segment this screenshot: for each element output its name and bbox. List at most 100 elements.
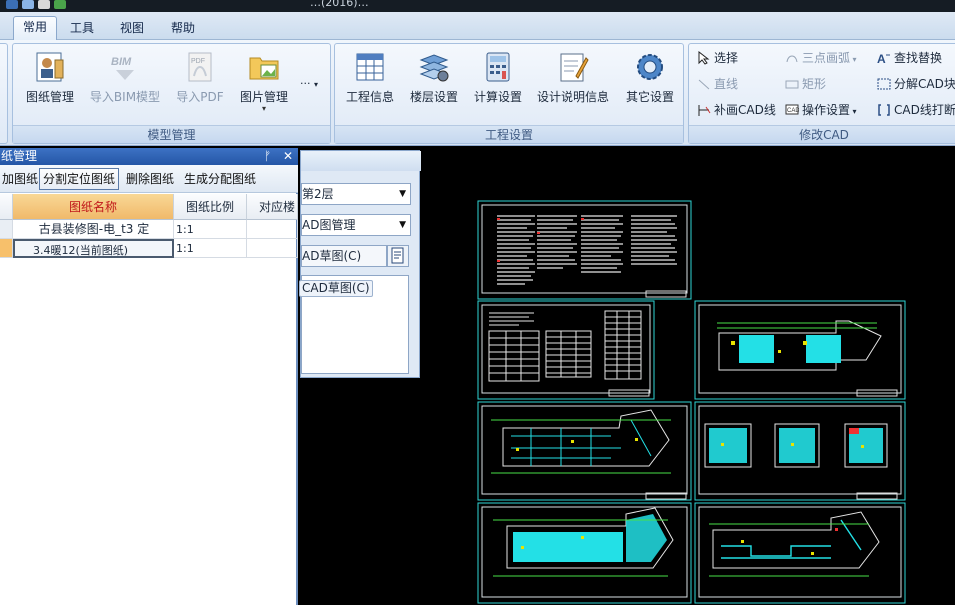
operation-settings-dropdown-icon: ▾ [850, 107, 857, 116]
cad-sketch-item[interactable]: CAD草图(C) [299, 280, 373, 297]
ribbon-group-project: 工程信息 楼层设置 计算设置 设计说明信息 其它设置 工程设置 [334, 43, 684, 144]
break-line-icon [877, 103, 891, 117]
ribbon-tabs: 常用 工具 视图 帮助 [0, 12, 955, 41]
rectangle-label: 矩形 [802, 77, 827, 91]
split-locate-drawing-button[interactable]: 分割定位图纸 [39, 168, 120, 190]
column-header-name[interactable]: 图纸名称 [13, 194, 174, 220]
cad-sketch-field-value: AD草图(C) [302, 249, 362, 263]
tab-common[interactable]: 常用 [13, 16, 58, 41]
cad-sketch-list[interactable]: CAD草图(C) [299, 275, 409, 374]
add-drawing-button[interactable]: 加图纸 [0, 168, 42, 190]
other-settings-label: 其它设置 [625, 90, 674, 104]
break-cad-line-button[interactable]: CAD线打断 [877, 100, 955, 120]
cad-manager-select-value: AD图管理 [302, 218, 356, 232]
cursor-icon [697, 50, 711, 65]
row-header-selected[interactable] [0, 239, 13, 258]
design-notes-button[interactable]: 设计说明信息 [533, 50, 613, 120]
floor-settings-label: 楼层设置 [409, 90, 458, 104]
floor-select-arrow-icon: ▼ [399, 189, 406, 199]
image-manager-dropdown-icon: ▾ [261, 104, 266, 113]
ribbon-group-model: 图纸管理 BIM 导入BIM模型 PDF 导入PDF 图片管理 ▾ ··· ▾ … [12, 43, 331, 144]
app-icon[interactable] [6, 0, 18, 9]
image-manager-button[interactable]: 图片管理 ▾ [235, 50, 293, 120]
explode-cad-block-button[interactable]: 分解CAD块 [877, 74, 955, 94]
delete-drawing-button[interactable]: 删除图纸 [122, 168, 178, 190]
operation-settings-label: 操作设置 [802, 103, 851, 117]
table-row-floor-selected[interactable] [247, 239, 298, 258]
cad-manager-select[interactable]: AD图管理 ▼ [301, 214, 411, 236]
table-row-scale[interactable]: 1:1 [174, 220, 247, 239]
calc-settings-label: 计算设置 [473, 90, 522, 104]
column-header-floor[interactable]: 对应楼 [247, 194, 298, 220]
ribbon-group-cad: 选择 直线 补画CAD线 三点画弧 ▾ 矩形 CAD 操作设置 ▾ A 查找替换 分… [688, 43, 955, 144]
three-point-arc-label: 三点画弧 [802, 51, 851, 65]
sheet-plan-b [477, 401, 692, 501]
design-notes-label: 设计说明信息 [536, 90, 609, 104]
panel-toolbar: 加图纸 分割定位图纸 删除图纸 生成分配图纸 [0, 165, 298, 193]
group-label-project: 工程设置 [335, 125, 683, 143]
svg-text:PDF: PDF [191, 58, 205, 65]
pdf-import-icon: PDF [183, 50, 217, 84]
find-replace-icon: A [877, 51, 891, 66]
design-notes-icon [556, 50, 590, 84]
table-row-name[interactable]: 古县装修图-电_t3 定 [13, 220, 174, 239]
more-button[interactable]: ··· ▾ [300, 74, 318, 94]
drawing-manager-button[interactable]: 图纸管理 [21, 50, 79, 120]
drawing-manager-icon [33, 50, 67, 84]
close-icon[interactable]: ✕ [283, 148, 293, 165]
gear-icon [633, 50, 667, 84]
tab-tools[interactable]: 工具 [61, 18, 103, 40]
project-info-label: 工程信息 [345, 90, 394, 104]
import-bim-button[interactable]: BIM 导入BIM模型 [87, 50, 163, 120]
generate-assign-drawing-button[interactable]: 生成分配图纸 [180, 168, 260, 190]
sheet-plan-c [694, 401, 906, 501]
save-icon[interactable] [22, 0, 34, 9]
rectangle-icon [785, 77, 799, 91]
operation-settings-button[interactable]: CAD 操作设置 ▾ [785, 100, 857, 120]
group-label-cad: 修改CAD [689, 125, 955, 143]
arc-icon [785, 51, 799, 65]
svg-text:A: A [877, 52, 886, 65]
rectangle-button[interactable]: 矩形 [785, 74, 826, 94]
cad-sketch-open-button[interactable] [387, 245, 409, 267]
line-icon [697, 77, 711, 91]
table-row-floor[interactable] [247, 220, 298, 239]
import-pdf-label: 导入PDF [176, 90, 224, 104]
table-row-scale-selected[interactable]: 1:1 [174, 239, 247, 258]
image-manager-label: 图片管理 [239, 90, 288, 104]
line-button[interactable]: 直线 [697, 74, 738, 94]
arc-dropdown-icon: ▾ [850, 55, 857, 64]
cad-settings-panel-header [301, 151, 421, 171]
project-info-button[interactable]: 工程信息 [341, 50, 399, 120]
more-dropdown-icon: ▾ [314, 80, 319, 89]
project-info-icon [353, 50, 387, 84]
import-pdf-button[interactable]: PDF 导入PDF [171, 50, 229, 120]
explode-block-icon [877, 77, 891, 91]
calc-settings-button[interactable]: 计算设置 [469, 50, 527, 120]
undo-icon[interactable] [54, 0, 66, 9]
redraw-line-icon [697, 103, 711, 117]
image-folder-icon [247, 50, 281, 84]
pin-icon[interactable]: ᚠ [264, 148, 271, 165]
other-settings-button[interactable]: 其它设置 [621, 50, 679, 120]
floor-select[interactable]: 第2层 ▼ [301, 183, 411, 205]
cad-sketch-field[interactable]: AD草图(C) [301, 245, 387, 267]
cad-canvas[interactable] [421, 148, 955, 605]
floor-select-value: 第2层 [302, 187, 334, 201]
open-icon[interactable] [38, 0, 50, 9]
find-replace-button[interactable]: A 查找替换 [877, 48, 942, 68]
floor-settings-icon [417, 50, 451, 84]
floor-settings-button[interactable]: 楼层设置 [405, 50, 463, 120]
panel-title: 纸管理 [1, 149, 38, 163]
select-button[interactable]: 选择 [697, 48, 738, 68]
line-label: 直线 [714, 77, 739, 91]
tab-help[interactable]: 帮助 [162, 18, 204, 40]
column-header-scale[interactable]: 图纸比例 [174, 194, 247, 220]
tab-view[interactable]: 视图 [111, 18, 153, 40]
svg-text:BIM: BIM [111, 56, 132, 68]
find-replace-label: 查找替换 [894, 51, 943, 65]
three-point-arc-button[interactable]: 三点画弧 ▾ [785, 48, 857, 68]
table-row-name-selected[interactable]: 3.4暖12(当前图纸) [13, 239, 174, 258]
redraw-cad-line-button[interactable]: 补画CAD线 [697, 100, 776, 120]
row-header[interactable] [0, 220, 13, 239]
